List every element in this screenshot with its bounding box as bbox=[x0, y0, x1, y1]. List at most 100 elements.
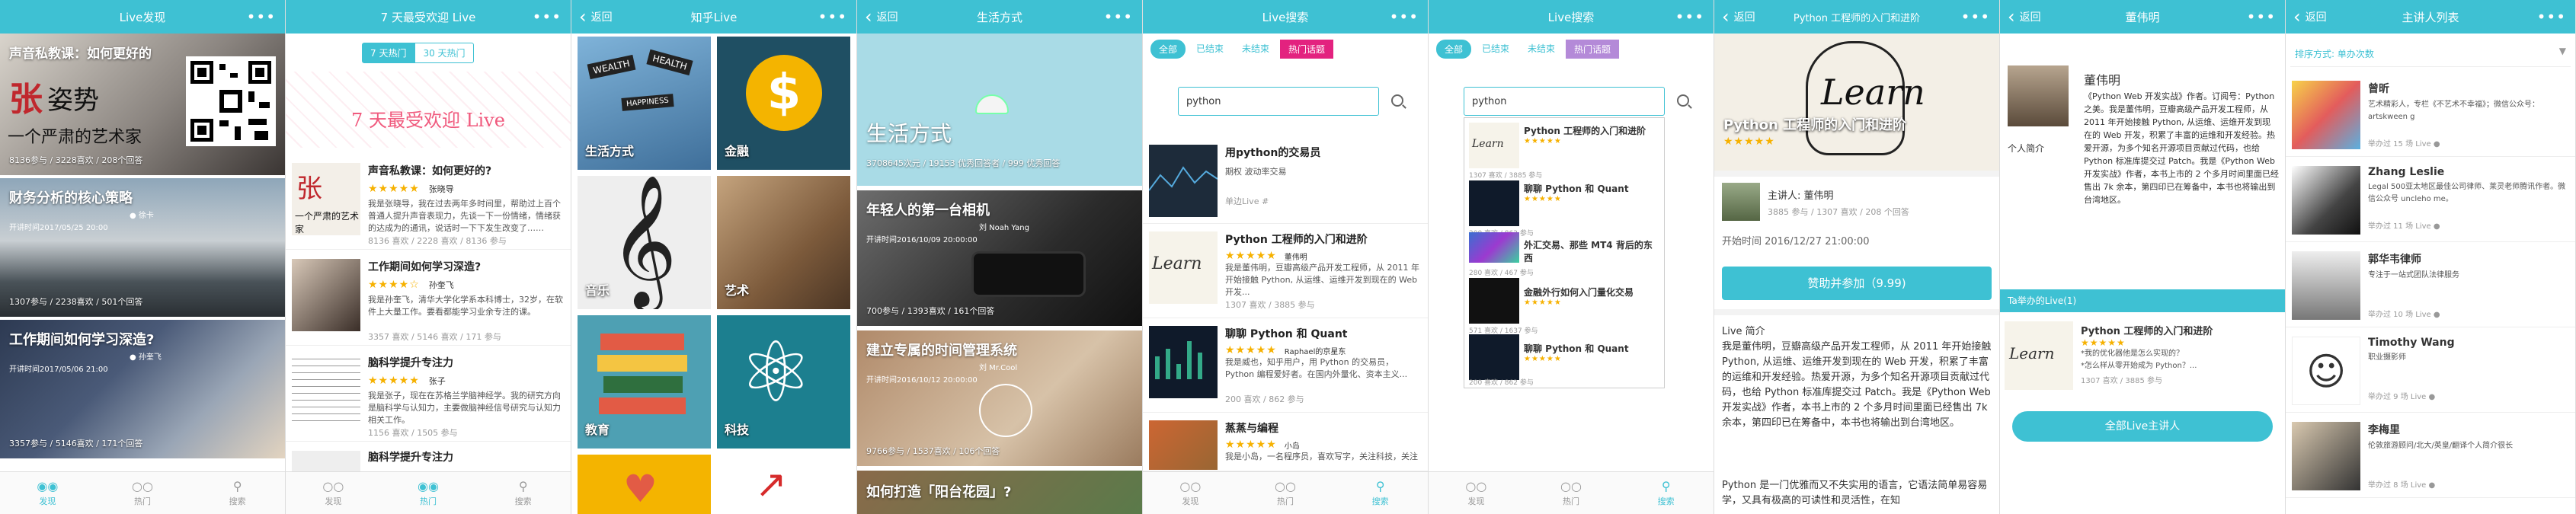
live-card[interactable]: 建立专属的时间管理系统 刘 Mr.Cool 开讲时间2016/10/12 20:… bbox=[857, 330, 1142, 466]
sort-select[interactable]: 排序方式: 单办次数 ▼ bbox=[2290, 41, 2571, 67]
category-tile[interactable]: $ 金融 bbox=[717, 37, 850, 170]
speaker-name: 小岛 bbox=[1284, 442, 1300, 451]
suggestion-item[interactable]: Python 工程师的入门和进阶 ★★★★★ bbox=[1524, 124, 1661, 145]
category-tile[interactable]: ↗ bbox=[717, 455, 850, 514]
tab-30-days[interactable]: 30 天热门 bbox=[414, 43, 474, 63]
search-input[interactable]: python bbox=[1464, 87, 1665, 116]
live-card[interactable]: 如何打造「阳台花园」? bbox=[857, 471, 1142, 514]
more-icon[interactable]: ••• bbox=[818, 0, 847, 34]
suggestion-dropdown: Learn Python 工程师的入门和进阶 ★★★★★ 1307 喜欢 / 38… bbox=[1464, 117, 1665, 388]
nav-bar: Live搜索 ••• bbox=[1143, 0, 1428, 34]
tab-discover[interactable]: ○○ 发现 bbox=[1143, 472, 1238, 514]
list-item[interactable]: 聊聊 Python 和 Quant ★★★★★ Raphael的京星东 我是威也，… bbox=[1143, 320, 1428, 413]
list-item[interactable]: 用python的交易员 期权 波动率交易 单边Live # bbox=[1143, 139, 1428, 224]
category-tile[interactable]: WEALTH HEALTH HAPPINESS 生活方式 bbox=[578, 37, 711, 170]
more-icon[interactable]: ••• bbox=[1961, 0, 1990, 34]
speaker-meta: 举办过 10 场 Live ● bbox=[2368, 311, 2440, 319]
tab-hot[interactable]: ◉◉ 热门 bbox=[381, 472, 476, 514]
tab-discover[interactable]: ◉◉ 发现 bbox=[0, 472, 95, 514]
speaker-row[interactable]: ☺ Timothy Wang 职业摄影师 举办过 9 场 Live ● bbox=[2286, 329, 2575, 413]
back-button[interactable]: 返回 bbox=[865, 0, 898, 34]
item-title: 金融外行如何入门量化交易 bbox=[1524, 287, 1634, 298]
heart-icon: ♥ bbox=[623, 467, 658, 511]
speaker-name: 董伟明 bbox=[2084, 73, 2121, 88]
sign-wealth: WEALTH bbox=[587, 54, 636, 80]
speaker-row[interactable]: Zhang Leslie Legal 500亚太地区最佳公司律师、莱灵老师腾讯作… bbox=[2286, 158, 2575, 242]
speaker-row[interactable]: 曾昕 艺术精彩人，专栏《不艺术不幸福》；微信公众号：artskween g 举办… bbox=[2286, 73, 2575, 157]
item-desc: 我是威也，知乎用户，用 Python 的交易员，Python 编程爱好者。在国内… bbox=[1225, 357, 1408, 379]
back-button[interactable]: 返回 bbox=[1722, 0, 1755, 34]
suggestion-item[interactable]: 外汇交易、那些 MT4 背后的东西 bbox=[1524, 238, 1661, 264]
nav-title: 董伟明 bbox=[2125, 10, 2160, 24]
back-button[interactable]: 返回 bbox=[579, 0, 613, 34]
tab-search[interactable]: ⚲ 搜索 bbox=[1333, 472, 1428, 514]
tab-7-days[interactable]: 7 天热门 bbox=[362, 43, 415, 63]
more-icon[interactable]: ••• bbox=[247, 0, 276, 34]
back-button[interactable]: 返回 bbox=[2008, 0, 2041, 34]
more-icon[interactable]: ••• bbox=[1390, 0, 1419, 34]
all-speakers-button[interactable]: 全部Live主讲人 bbox=[2012, 411, 2273, 442]
live-card[interactable]: 工作期间如何学习深造? ● 孙奎飞 开讲时间2017/05/06 21:00 3… bbox=[0, 320, 285, 458]
rating-row: ★★★★☆ 孙奎飞 bbox=[368, 279, 563, 291]
filter-bar: 全部 已结束 未结束 热门话题 bbox=[1436, 40, 1620, 59]
category-tile[interactable]: 𝄞 音乐 bbox=[578, 176, 711, 309]
category-tile[interactable]: ⚛ 科技 bbox=[717, 315, 850, 449]
list-item[interactable]: 张一个严肃的艺术家 声音私教课：如何更好的? ★★★★★ 张晓导 我是张晓导，我在… bbox=[286, 155, 571, 250]
filter-hot-topics[interactable]: 热门话题 bbox=[1280, 40, 1334, 59]
tab-discover[interactable]: ○○ 发现 bbox=[286, 472, 381, 514]
live-item[interactable]: Learn Python 工程师的入门和进阶 ★★★★★ *我的优化器他是怎么实… bbox=[2000, 318, 2285, 394]
hero-meta: 3708645次元 / 19153 优秀回答者 / 999 优秀回答 bbox=[866, 158, 1061, 168]
join-button[interactable]: 赞助并参加（9.99) bbox=[1722, 267, 1992, 300]
more-icon[interactable]: ••• bbox=[2537, 0, 2566, 34]
back-button[interactable]: 返回 bbox=[2293, 0, 2327, 34]
category-tile[interactable]: 艺术 bbox=[717, 176, 850, 309]
divider bbox=[1714, 171, 1999, 177]
more-icon[interactable]: ••• bbox=[1675, 0, 1704, 34]
list-item[interactable]: 脑科学提升专注力 bbox=[286, 443, 571, 474]
category-tile[interactable]: 教育 bbox=[578, 315, 711, 449]
filter-ended[interactable]: 已结束 bbox=[1474, 40, 1517, 59]
speaker-avatar[interactable] bbox=[1722, 183, 1760, 221]
glasses-icon: ◉◉ bbox=[418, 479, 439, 493]
nav-bar: Live搜索 ••• bbox=[1429, 0, 1714, 34]
tab-search[interactable]: ⚲ 搜索 bbox=[1618, 472, 1714, 514]
list-item[interactable]: 工作期间如何学习深造? ★★★★☆ 孙奎飞 我是孙奎飞，清华大学化学系本科博士，3… bbox=[286, 251, 571, 346]
item-title: 脑科学提升专注力 bbox=[368, 452, 453, 464]
suggestion-item[interactable]: 金融外行如何入门量化交易 ★★★★★ bbox=[1524, 286, 1661, 307]
filter-all[interactable]: 全部 bbox=[1150, 40, 1186, 59]
more-icon[interactable]: ••• bbox=[533, 0, 562, 34]
filter-hot-topics[interactable]: 热门话题 bbox=[1566, 40, 1620, 59]
filter-upcoming[interactable]: 未结束 bbox=[1520, 40, 1563, 59]
suggestion-item[interactable]: 聊聊 Python 和 Quant ★★★★★ bbox=[1524, 182, 1661, 203]
speaker-label[interactable]: 主讲人: 董伟明 bbox=[1768, 187, 1834, 202]
live-card[interactable]: 声音私教课：如何更好的 张 姿势 一个严肃的艺术家 8136参与 / 3228喜… bbox=[0, 34, 285, 175]
speaker-meta: 举办过 9 场 Live ● bbox=[2368, 393, 2436, 401]
category-tile[interactable]: ♥ bbox=[578, 455, 711, 514]
rating-stars: ★★★★☆ bbox=[368, 279, 420, 291]
live-card[interactable]: 财务分析的核心策略 ● 徐卡 开讲时间2017/05/25 20:00 1307… bbox=[0, 178, 285, 317]
tab-hot[interactable]: ○○ 热门 bbox=[1524, 472, 1619, 514]
suggestion-item[interactable]: 聊聊 Python 和 Quant ★★★★★ bbox=[1524, 342, 1661, 363]
more-icon[interactable]: ••• bbox=[1104, 0, 1133, 34]
list-item[interactable]: 脑科学提升专注力 ★★★★★ 张子 我是张子，现在在苏格兰学脑神经学。我的研究方向… bbox=[286, 347, 571, 442]
search-icon[interactable] bbox=[1677, 94, 1689, 107]
screen-lifestyle: 返回 生活方式 ••• 生活方式 3708645次元 / 19153 优秀回答者… bbox=[857, 0, 1143, 514]
tab-discover[interactable]: ○○ 发现 bbox=[1429, 472, 1524, 514]
tab-hot[interactable]: ○○ 热门 bbox=[1238, 472, 1333, 514]
filter-upcoming[interactable]: 未结束 bbox=[1234, 40, 1277, 59]
speaker-row[interactable]: 李梅里 伦敦旅游顾问/北大/英皇/翻译个人简介很长 举办过 8 场 Live ● bbox=[2286, 414, 2575, 498]
nav-title: Live搜索 bbox=[1547, 10, 1595, 24]
search-input[interactable]: python bbox=[1178, 87, 1379, 116]
filter-ended[interactable]: 已结束 bbox=[1189, 40, 1231, 59]
more-icon[interactable]: ••• bbox=[2247, 0, 2276, 34]
card-date: 开讲时间2016/10/09 20:00:00 bbox=[866, 236, 978, 244]
speaker-row[interactable]: 郭华韦律师 专注于一站式团队法律服务 举办过 10 场 Live ● bbox=[2286, 244, 2575, 327]
tab-hot[interactable]: ○○ 热门 bbox=[95, 472, 190, 514]
tab-search[interactable]: ⚲ 搜索 bbox=[475, 472, 571, 514]
list-item[interactable]: Learn Python 工程师的入门和进阶 ★★★★★ 董伟明 我是董伟明，豆瓣… bbox=[1143, 225, 1428, 318]
live-card[interactable]: 年轻人的第一台相机 刘 Noah Yang 开讲时间2016/10/09 20:… bbox=[857, 190, 1142, 326]
filter-all[interactable]: 全部 bbox=[1436, 40, 1472, 59]
tab-search[interactable]: ⚲ 搜索 bbox=[190, 472, 285, 514]
list-item[interactable]: 蒸蒸与编程 ★★★★★ 小岛 我是小岛，一名程序员，喜欢写字，关注科技，关注书法与… bbox=[1143, 414, 1428, 471]
search-icon[interactable] bbox=[1391, 94, 1403, 107]
